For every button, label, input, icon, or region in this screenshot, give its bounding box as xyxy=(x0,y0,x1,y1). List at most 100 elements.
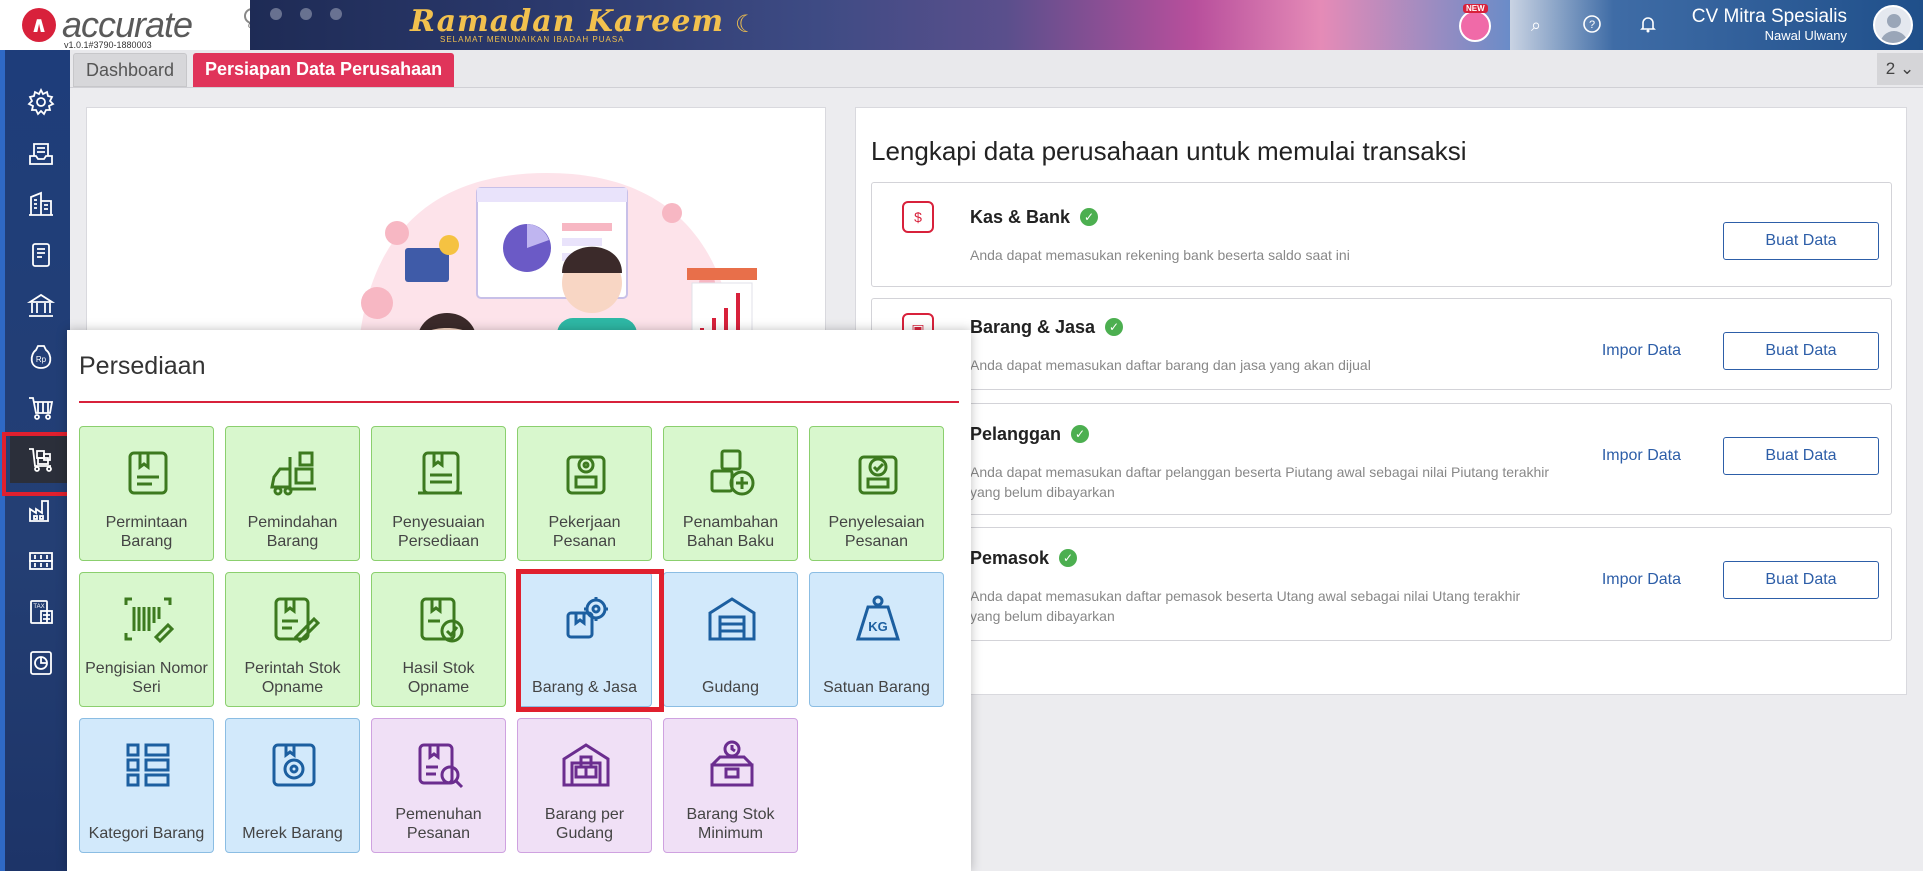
buat-data-button[interactable]: Buat Data xyxy=(1723,332,1879,370)
new-tag: NEW xyxy=(1463,4,1488,13)
lantern-icon xyxy=(300,8,312,20)
sidebar-item-tax[interactable]: TAX xyxy=(10,588,72,636)
tile-pengisian-nomor-seri[interactable]: Pengisian Nomor Seri xyxy=(79,572,214,707)
row-description: Anda dapat memasukan daftar pemasok bese… xyxy=(970,588,1521,624)
accurate-logo-icon: ∧ xyxy=(22,8,56,42)
tile-penyesuaian-persediaan[interactable]: Penyesuaian Persediaan xyxy=(371,426,506,561)
barcode-icon xyxy=(124,597,174,644)
tile-pemenuhan-pesanan[interactable]: Pemenuhan Pesanan xyxy=(371,718,506,853)
add-material-icon xyxy=(710,449,755,496)
impor-data-link[interactable]: Impor Data xyxy=(1602,571,1681,589)
tile-permintaan-barang[interactable]: Permintaan Barang xyxy=(79,426,214,561)
tile-pekerjaan-pesanan[interactable]: Pekerjaan Pesanan xyxy=(517,426,652,561)
assets-icon xyxy=(29,552,53,570)
logo[interactable]: ∧ accurate online v1.0.1#3790-1880003 xyxy=(0,0,276,50)
check-icon: ✓ xyxy=(1071,425,1090,443)
sidebar-item-settings[interactable] xyxy=(10,78,72,126)
report-chart-icon xyxy=(30,651,52,675)
impor-data-link[interactable]: Impor Data xyxy=(1602,342,1681,360)
checklist-title: Lengkapi data perusahaan untuk memulai t… xyxy=(871,136,1467,166)
row-description: Anda dapat memasukan rekening bank beser… xyxy=(970,247,1350,263)
sidebar-highlight-box xyxy=(2,432,72,496)
tab-count: 2 xyxy=(1885,59,1896,78)
forklift-icon xyxy=(270,451,316,496)
check-icon: ✓ xyxy=(1059,549,1078,567)
work-order-icon xyxy=(566,455,606,495)
tile-merek-barang[interactable]: Merek Barang xyxy=(225,718,360,853)
tile-highlight-box xyxy=(516,569,664,712)
tile-barang-per-gudang[interactable]: Barang per Gudang xyxy=(517,718,652,853)
svg-text:TAX: TAX xyxy=(33,604,44,610)
category-icon xyxy=(126,743,170,787)
banner-title: Ramadan Kareem xyxy=(410,4,725,39)
banner-subtitle: SELAMAT MENUNAIKAN IBADAH PUASA xyxy=(440,35,625,44)
row-description: Anda dapat memasukan daftar pelanggan be… xyxy=(970,464,1550,500)
crescent-moon-icon: ☾ xyxy=(735,11,757,38)
impor-data-link[interactable]: Impor Data xyxy=(1602,447,1681,465)
tile-pemindahan-barang[interactable]: Pemindahan Barang xyxy=(225,426,360,561)
row-title: Pelanggan xyxy=(970,424,1062,444)
setup-checklist-card: Lengkapi data perusahaan untuk memulai t… xyxy=(855,107,1907,695)
sidebar-item-inbox[interactable] xyxy=(10,129,72,177)
adjust-icon xyxy=(418,451,462,495)
tab-count-dropdown[interactable]: 2 ⌄ xyxy=(1877,53,1923,85)
building-icon xyxy=(29,191,53,216)
company-info[interactable]: CV Mitra Spesialis Nawal Ulwany xyxy=(1692,6,1847,44)
tile-kategori-barang[interactable]: Kategori Barang xyxy=(79,718,214,853)
list-item-kas-bank: $ Kas & Bank ✓ Anda dapat memasukan reken… xyxy=(871,182,1892,287)
mascot-icon xyxy=(1459,10,1491,42)
buat-data-button[interactable]: Buat Data xyxy=(1723,561,1879,599)
sidebar-item-company[interactable] xyxy=(10,180,72,228)
avatar[interactable] xyxy=(1873,5,1913,45)
row-title: Pemasok xyxy=(970,548,1050,568)
stock-order-icon xyxy=(274,597,320,644)
row-title: Barang & Jasa xyxy=(970,317,1096,337)
list-item-pemasok: Pemasok ✓ Anda dapat memasukan daftar pem… xyxy=(871,527,1892,641)
tile-barang-stok-minimum[interactable]: Barang Stok Minimum xyxy=(663,718,798,853)
list-item-barang-jasa: ▣ Barang & Jasa ✓ Anda dapat memasukan da… xyxy=(871,298,1892,390)
divider xyxy=(79,401,959,403)
tab-dashboard[interactable]: Dashboard xyxy=(73,53,188,87)
kg-weight-icon: KG xyxy=(855,595,901,641)
tile-perintah-stok-opname[interactable]: Perintah Stok Opname xyxy=(225,572,360,707)
sidebar-item-reports[interactable] xyxy=(10,639,72,687)
tile-penambahan-bahan-baku[interactable]: Penambahan Bahan Baku xyxy=(663,426,798,561)
sidebar-item-sales[interactable] xyxy=(10,384,72,432)
svg-text:?: ? xyxy=(1589,19,1595,31)
version-label: v1.0.1#3790-1880003 xyxy=(64,40,152,50)
tile-hasil-stok-opname[interactable]: Hasil Stok Opname xyxy=(371,572,506,707)
sidebar-item-ledger[interactable] xyxy=(10,231,72,279)
sidebar-item-bank[interactable] xyxy=(10,282,72,330)
buat-data-button[interactable]: Buat Data xyxy=(1723,437,1879,475)
gear-icon xyxy=(27,87,55,116)
buat-data-button[interactable]: Buat Data xyxy=(1723,222,1879,260)
company-name: CV Mitra Spesialis xyxy=(1691,6,1847,27)
lantern-icon xyxy=(270,8,282,20)
warehouse-icon xyxy=(708,597,756,641)
money-icon: $ xyxy=(902,201,934,233)
check-icon: ✓ xyxy=(1080,208,1099,226)
help-icon[interactable]: ? xyxy=(1581,14,1603,36)
item-warehouse-icon xyxy=(562,743,610,787)
bell-icon[interactable] xyxy=(1637,14,1659,36)
sidebar-item-cash[interactable]: Rp xyxy=(10,333,72,381)
tile-penyelesaian-pesanan[interactable]: Penyelesaian Pesanan xyxy=(809,426,944,561)
finish-order-icon xyxy=(858,455,898,495)
lantern-icon xyxy=(330,8,342,20)
tax-document-icon: TAX xyxy=(30,600,53,624)
inbox-icon xyxy=(29,143,53,165)
factory-icon xyxy=(29,500,49,522)
tab-persiapan-data[interactable]: Persiapan Data Perusahaan xyxy=(193,53,455,87)
search-icon[interactable]: ⌕ xyxy=(1525,14,1547,36)
fulfillment-icon xyxy=(418,743,464,789)
bank-icon xyxy=(26,293,56,317)
svg-text:Rp: Rp xyxy=(36,355,47,364)
tile-satuan-barang[interactable]: KG Satuan Barang xyxy=(809,572,944,707)
brand-name: accurate xyxy=(62,4,193,45)
tile-gudang[interactable]: Gudang xyxy=(663,572,798,707)
new-feature-badge[interactable]: NEW xyxy=(1455,4,1495,44)
sidebar-item-assets[interactable] xyxy=(10,537,72,585)
ramadan-banner: Ramadan Kareem SELAMAT MENUNAIKAN IBADAH… xyxy=(250,0,1510,50)
row-description: Anda dapat memasukan daftar barang dan j… xyxy=(970,357,1371,373)
brand-icon xyxy=(272,743,316,787)
